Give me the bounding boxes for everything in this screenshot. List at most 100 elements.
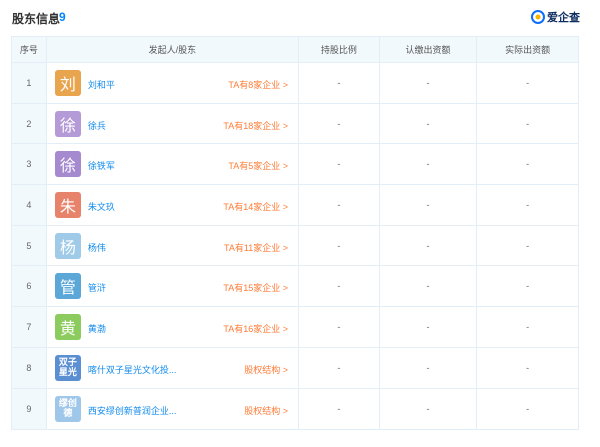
ratio-cell: - bbox=[299, 63, 380, 103]
ratio-value: - bbox=[337, 199, 341, 210]
ratio-value: - bbox=[337, 240, 341, 251]
subscribed-value: - bbox=[426, 281, 430, 292]
shareholder-name-link[interactable]: 管浒 bbox=[88, 281, 106, 294]
related-companies-link[interactable]: TA有5家企业 > bbox=[228, 159, 288, 172]
avatar[interactable]: 缪创 德 bbox=[54, 395, 81, 422]
avatar[interactable]: 刘 bbox=[54, 70, 81, 96]
subscribed-value: - bbox=[426, 77, 430, 88]
avatar[interactable]: 杨 bbox=[54, 232, 81, 259]
shareholder-cell: 刘 刘和平 TA有8家企业 > bbox=[47, 63, 299, 103]
related-companies-link[interactable]: 股权结构 > bbox=[244, 404, 288, 417]
ratio-cell: - bbox=[299, 307, 380, 347]
shareholder-name-link[interactable]: 西安缪创新普润企业... bbox=[88, 404, 177, 417]
subscribed-cell: - bbox=[380, 225, 478, 266]
subscribed-cell: - bbox=[380, 144, 478, 185]
avatar[interactable]: 朱 bbox=[54, 192, 81, 219]
actual-value: - bbox=[526, 77, 530, 88]
actual-cell: - bbox=[477, 226, 578, 266]
actual-value: - bbox=[526, 240, 530, 251]
actual-cell: - bbox=[477, 63, 578, 103]
shareholder-name-link[interactable]: 黄渤 bbox=[88, 322, 106, 335]
aiqicha-logo-icon bbox=[531, 10, 545, 24]
ratio-value: - bbox=[337, 118, 341, 129]
row-index: 9 bbox=[12, 388, 47, 430]
actual-value: - bbox=[526, 321, 530, 332]
ratio-cell: - bbox=[299, 144, 380, 185]
subscribed-value: - bbox=[426, 159, 430, 170]
actual-value: - bbox=[526, 159, 530, 170]
subscribed-cell: - bbox=[380, 103, 478, 144]
brand-logo[interactable]: 爱企查 bbox=[531, 9, 580, 25]
table-row: 1 刘 刘和平 TA有8家企业 > - - - bbox=[12, 63, 578, 104]
col-header-actual: 实际出资额 bbox=[505, 45, 551, 55]
row-index: 2 bbox=[12, 103, 47, 144]
row-index: 3 bbox=[12, 144, 47, 185]
shareholder-name-link[interactable]: 喀什双子星光文化投... bbox=[88, 363, 177, 376]
col-header-index: 序号 bbox=[12, 37, 47, 62]
subscribed-value: - bbox=[426, 199, 430, 210]
subscribed-cell: - bbox=[380, 185, 478, 225]
subscribed-cell: - bbox=[380, 266, 478, 307]
subscribed-value: - bbox=[426, 118, 430, 129]
ratio-value: - bbox=[337, 403, 341, 414]
avatar[interactable]: 管 bbox=[54, 273, 81, 300]
related-companies-link[interactable]: TA有18家企业 > bbox=[223, 119, 288, 132]
shareholder-cell: 双子 星光 喀什双子星光文化投... 股权结构 > bbox=[47, 347, 299, 388]
actual-cell: - bbox=[477, 307, 578, 347]
table-row: 9 缪创 德 西安缪创新普润企业... 股权结构 > - - - bbox=[12, 388, 578, 430]
col-header-subscribed: 认缴出资额 bbox=[380, 37, 478, 62]
table-row: 7 黄 黄渤 TA有16家企业 > - - - bbox=[12, 307, 578, 348]
related-companies-link[interactable]: TA有15家企业 > bbox=[223, 281, 288, 294]
brand-name: 爱企查 bbox=[547, 12, 580, 24]
actual-cell: - bbox=[477, 185, 578, 225]
ratio-cell: - bbox=[299, 266, 380, 307]
related-companies-link[interactable]: TA有16家企业 > bbox=[223, 322, 288, 335]
subscribed-cell: - bbox=[380, 347, 478, 388]
shareholder-cell: 朱 朱文玖 TA有14家企业 > bbox=[47, 185, 299, 225]
shareholder-name-link[interactable]: 徐铁军 bbox=[88, 159, 115, 172]
ratio-value: - bbox=[337, 362, 341, 373]
shareholder-name-link[interactable]: 徐兵 bbox=[88, 119, 106, 132]
shareholder-cell: 徐 徐铁军 TA有5家企业 > bbox=[47, 144, 299, 185]
ratio-cell: - bbox=[299, 388, 380, 430]
ratio-cell: - bbox=[299, 225, 380, 266]
row-index: 5 bbox=[12, 225, 47, 266]
ratio-value: - bbox=[337, 159, 341, 170]
related-companies-link[interactable]: TA有11家企业 > bbox=[224, 241, 288, 254]
actual-cell: - bbox=[477, 104, 578, 144]
row-index: 4 bbox=[12, 185, 47, 225]
shareholder-name-link[interactable]: 刘和平 bbox=[88, 78, 115, 91]
related-companies-link[interactable]: TA有8家企业 > bbox=[228, 78, 288, 91]
actual-cell: - bbox=[477, 144, 578, 184]
shareholder-count: 9 bbox=[59, 10, 66, 24]
related-companies-link[interactable]: 股权结构 > bbox=[244, 363, 288, 376]
ratio-value: - bbox=[337, 281, 341, 292]
table-row: 5 杨 杨伟 TA有11家企业 > - - - bbox=[12, 225, 578, 267]
subscribed-cell: - bbox=[380, 63, 478, 103]
table-row: 4 朱 朱文玖 TA有14家企业 > - - - bbox=[12, 185, 578, 226]
actual-value: - bbox=[526, 118, 530, 129]
row-index: 1 bbox=[12, 63, 47, 103]
subscribed-cell: - bbox=[380, 388, 478, 430]
subscribed-value: - bbox=[426, 240, 430, 251]
table-row: 6 管 管浒 TA有15家企业 > - - - bbox=[12, 266, 578, 308]
table-header-row: 序号 发起人/股东 持股比例 认缴出资额 实际出资额 bbox=[12, 37, 578, 63]
ratio-cell: - bbox=[299, 185, 380, 225]
shareholder-name-link[interactable]: 杨伟 bbox=[88, 241, 106, 254]
shareholder-cell: 管 管浒 TA有15家企业 > bbox=[47, 266, 299, 307]
section-header: 股东信息 9 爱企查 bbox=[0, 0, 600, 36]
shareholder-cell: 徐 徐兵 TA有18家企业 > bbox=[47, 103, 299, 144]
avatar[interactable]: 徐 bbox=[54, 110, 81, 137]
row-index: 7 bbox=[12, 307, 47, 347]
shareholder-name-link[interactable]: 朱文玖 bbox=[88, 200, 115, 213]
section-title: 股东信息 bbox=[12, 12, 61, 26]
ratio-cell: - bbox=[299, 347, 380, 388]
avatar[interactable]: 双子 星光 bbox=[54, 354, 81, 381]
related-companies-link[interactable]: TA有14家企业 > bbox=[223, 200, 288, 213]
actual-cell: - bbox=[477, 389, 578, 430]
subscribed-value: - bbox=[426, 362, 430, 373]
avatar[interactable]: 徐 bbox=[54, 151, 81, 178]
avatar[interactable]: 黄 bbox=[54, 314, 81, 341]
col-header-shareholder: 发起人/股东 bbox=[47, 37, 299, 62]
table-row: 8 双子 星光 喀什双子星光文化投... 股权结构 > - - - bbox=[12, 347, 578, 389]
